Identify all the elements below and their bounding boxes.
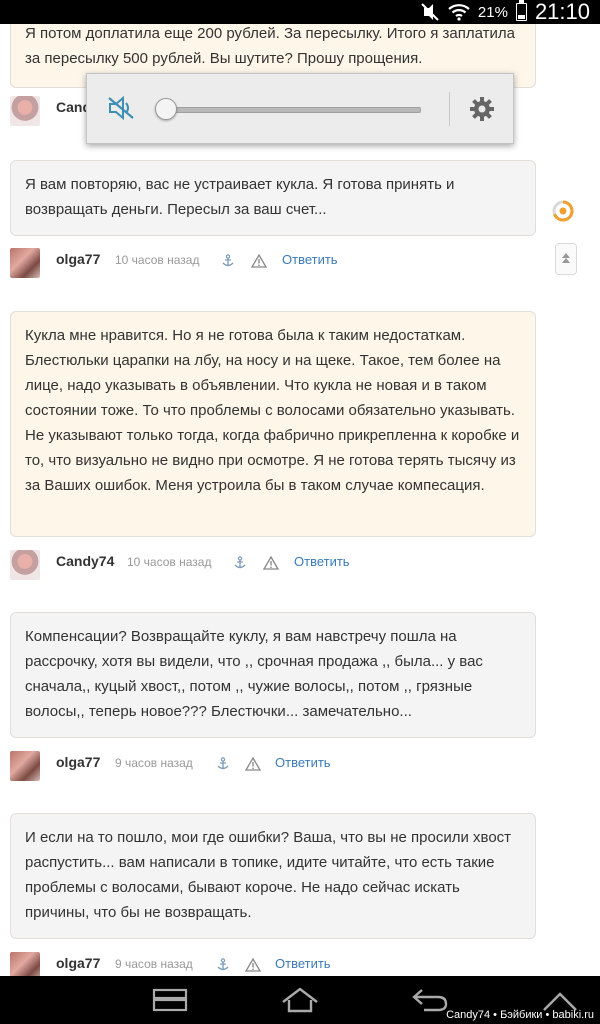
comment-bubble: Компенсации? Возвращайте куклу, я вам на… [10,612,536,738]
avatar[interactable] [10,96,40,126]
report-icon[interactable] [245,757,261,771]
avatar[interactable] [10,550,40,580]
battery-percent: 21% [477,3,508,21]
mute-notifications-icon [421,3,439,21]
comment-meta: olga77 9 часов назад Ответить [10,952,536,976]
anchor-icon[interactable] [216,958,230,972]
volume-slider-thumb[interactable] [155,98,177,120]
navigation-bar: Candy74 • Бэйбики • babiki.ru [0,976,600,1024]
mute-icon[interactable] [107,96,135,120]
reply-link[interactable]: Ответить [275,956,331,971]
gear-icon[interactable] [469,96,495,122]
avatar[interactable] [10,751,40,781]
avatar[interactable] [10,952,40,976]
watermark: Candy74 • Бэйбики • babiki.ru [446,1009,594,1021]
report-icon[interactable] [263,556,279,570]
anchor-icon[interactable] [216,757,230,771]
arrow-up-icon [562,253,570,263]
comment-meta: olga77 10 часов назад Ответить [10,248,536,280]
back-icon[interactable] [410,986,450,1014]
scroll-to-top-button[interactable] [555,243,577,275]
comment-text: Я потом доплатила еще 200 рублей. За пер… [25,25,515,67]
comment-text: Компенсации? Возвращайте куклу, я вам на… [25,628,483,720]
reply-link[interactable]: Ответить [275,755,331,770]
username[interactable]: olga77 [56,754,100,770]
comment-text: И если на то пошло, мои где ошибки? Ваша… [25,829,512,921]
volume-slider-track[interactable] [163,107,421,113]
comment-bubble: И если на то пошло, мои где ошибки? Ваша… [10,813,536,939]
comment-meta: Candy74 10 часов назад Ответить [10,550,536,582]
comments-list[interactable]: Я потом доплатила еще 200 рублей. За пер… [0,24,600,976]
battery-icon [515,0,527,21]
volume-popup [86,73,514,144]
username[interactable]: olga77 [56,251,100,267]
username[interactable]: olga77 [56,955,100,971]
reply-link[interactable]: Ответить [294,554,350,569]
comment-bubble: Я вам повторяю, вас не устраивает кукла.… [10,160,536,236]
comment-meta: olga77 9 часов назад Ответить [10,751,536,783]
comment-text: Я вам повторяю, вас не устраивает кукла.… [25,176,455,218]
home-icon[interactable] [280,986,320,1014]
report-icon[interactable] [245,958,261,972]
report-icon[interactable] [251,254,267,268]
reply-link[interactable]: Ответить [282,252,338,267]
anchor-icon[interactable] [221,254,235,268]
comment-time: 10 часов назад [127,555,212,569]
anchor-icon[interactable] [233,556,247,570]
comment-text: Кукла мне нравится. Но я не готова была … [25,327,520,494]
comment-bubble: Кукла мне нравится. Но я не готова была … [10,311,536,537]
loading-spinner-icon [552,200,574,222]
divider [449,92,450,126]
avatar[interactable] [10,248,40,278]
comment-time: 9 часов назад [115,957,193,971]
recent-apps-icon[interactable] [150,986,190,1014]
status-bar: 21% 21:10 [0,0,600,24]
wifi-icon [448,4,470,21]
username[interactable]: Candy74 [56,553,114,569]
comment-time: 9 часов назад [115,756,193,770]
comment-time: 10 часов назад [115,253,200,267]
clock: 21:10 [534,0,590,24]
